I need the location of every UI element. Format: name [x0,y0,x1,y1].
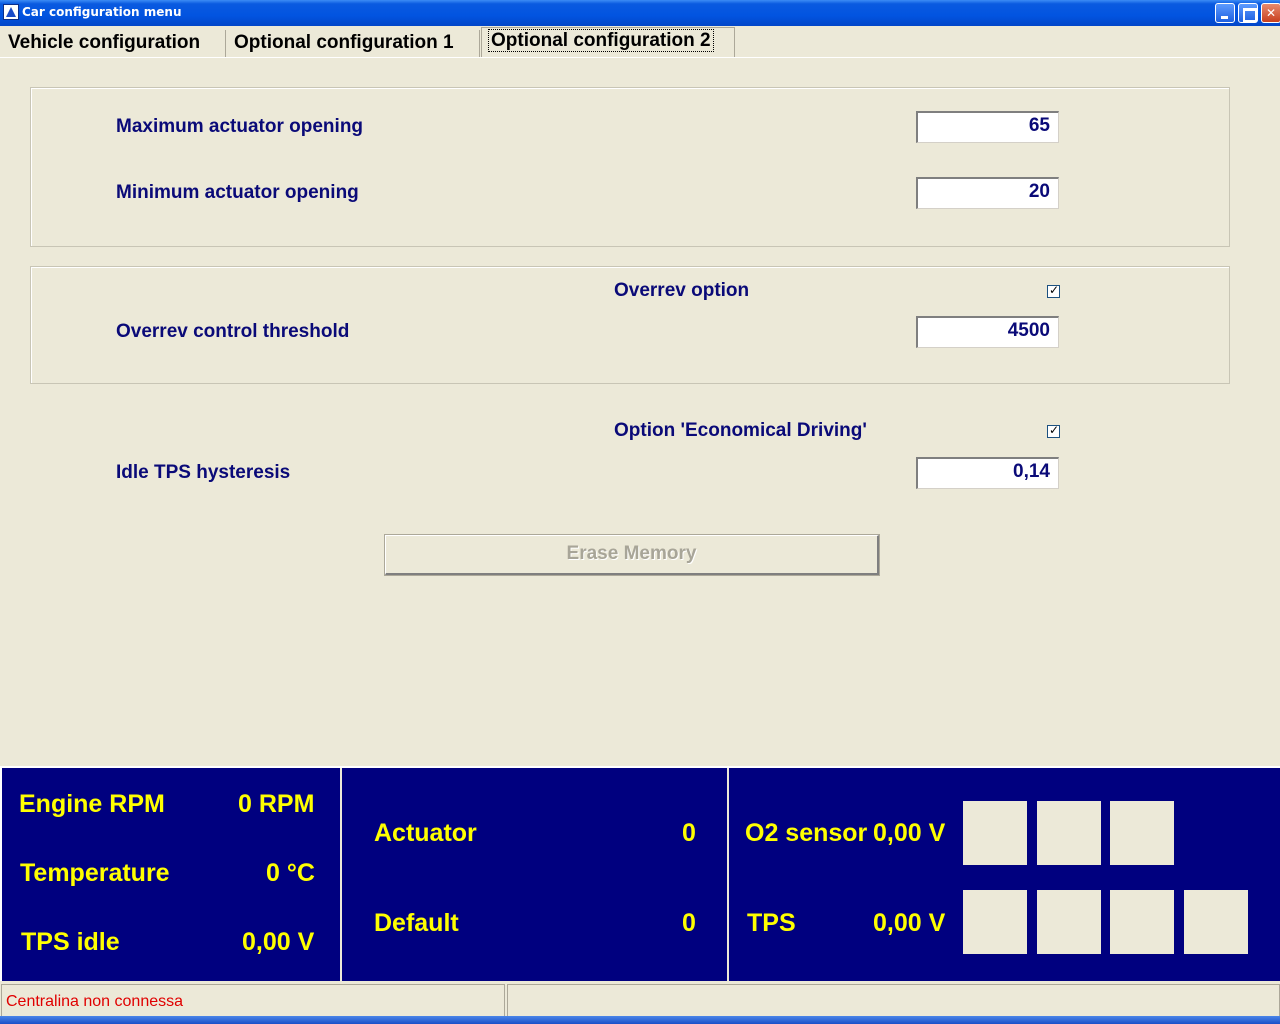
connection-status-text: Centralina non connessa [6,993,184,1010]
tps-indicator-box [963,890,1027,954]
tab-label: Optional configuration 2 [488,29,714,52]
taskbar-edge [0,1016,1280,1024]
panel-divider [727,768,729,983]
o2-sensor-value: 0,00 V [873,819,946,847]
tps-value: 0,00 V [873,909,946,937]
tps-indicator-box [1110,890,1174,954]
tps-label: TPS [747,909,796,937]
temperature-value: 0 °C [266,859,315,887]
actuator-label: Actuator [374,819,477,847]
tab-divider [0,57,1280,58]
engine-rpm-value: 0 RPM [238,790,315,818]
economy-option-checkbox[interactable] [1047,423,1060,438]
status-pane-right [507,984,1280,1017]
dashboard-panel: Engine RPM 0 RPM Temperature 0 °C TPS id… [0,766,1280,983]
temperature-label: Temperature [20,859,170,887]
status-pane-left: Centralina non connessa [1,984,505,1017]
overrev-option-checkbox[interactable] [1047,283,1060,298]
o2-indicator-box [963,801,1027,865]
title-bar[interactable]: Car configuration menu ✕ [0,0,1280,26]
default-value: 0 [682,909,696,937]
actuator-value: 0 [682,819,696,847]
tps-indicator-box [1037,890,1101,954]
economy-option-label: Option 'Economical Driving' [614,420,867,441]
overrev-threshold-input[interactable]: 4500 [916,316,1059,348]
o2-sensor-label: O2 sensor [745,819,868,847]
overrev-option-label: Overrev option [614,280,750,301]
minimize-button[interactable] [1215,3,1235,23]
erase-memory-button[interactable]: Erase Memory [385,535,879,575]
tps-idle-value: 0,00 V [242,928,315,956]
idle-tps-hysteresis-label: Idle TPS hysteresis [116,462,291,483]
window-title: Car configuration menu [22,5,182,19]
tab-optional-configuration-2[interactable]: Optional configuration 2 [481,27,735,57]
min-actuator-input[interactable]: 20 [916,177,1059,209]
close-button[interactable]: ✕ [1261,3,1280,23]
engine-rpm-label: Engine RPM [19,790,165,818]
app-icon [3,4,19,20]
tab-vehicle-configuration[interactable]: Vehicle configuration [2,30,226,57]
tab-optional-configuration-1[interactable]: Optional configuration 1 [228,30,480,57]
max-actuator-label: Maximum actuator opening [116,116,364,137]
tab-bar: Vehicle configuration Optional configura… [0,26,1280,58]
o2-indicator-box [1110,801,1174,865]
max-actuator-input[interactable]: 65 [916,111,1059,143]
panel-divider [340,768,342,983]
tps-idle-label: TPS idle [21,928,120,956]
min-actuator-label: Minimum actuator opening [116,182,359,203]
tps-indicator-box [1184,890,1248,954]
maximize-button[interactable] [1238,3,1258,23]
idle-tps-hysteresis-input[interactable]: 0,14 [916,457,1059,489]
o2-indicator-box [1037,801,1101,865]
default-label: Default [374,909,459,937]
overrev-threshold-label: Overrev control threshold [116,321,350,342]
